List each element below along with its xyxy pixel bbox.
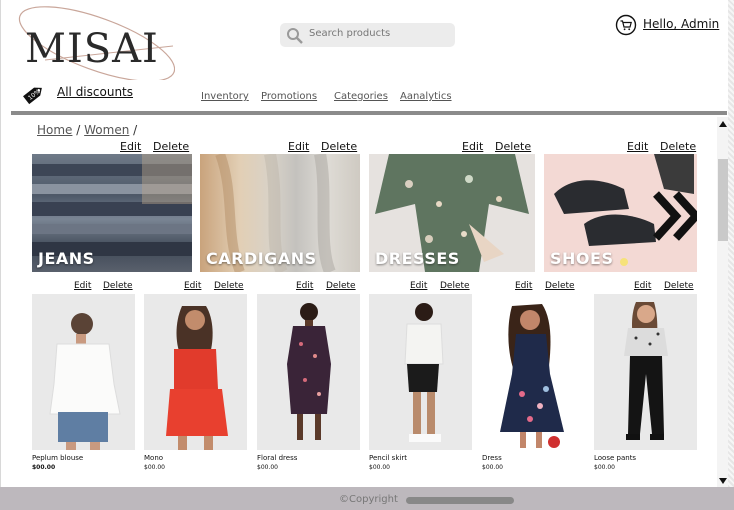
nav-categories[interactable]: Categories [334,91,388,102]
carousel-next-icon[interactable] [652,190,697,242]
edit-product-button[interactable]: Edit [515,281,532,291]
product-image[interactable] [32,294,135,450]
product-name: Floral dress [257,454,298,462]
product-photo [624,302,668,440]
edit-product-button[interactable]: Edit [634,281,651,291]
product-photo [49,313,121,450]
delete-category-button[interactable]: Delete [495,140,531,153]
delete-category-button[interactable]: Delete [321,140,357,153]
edit-product-button[interactable]: Edit [74,281,91,291]
category-tile-shoes[interactable]: SHOES [544,154,697,272]
header: MISAI Search products Hello, Admin 10% A… [1,0,729,115]
breadcrumb-separator: / [133,123,138,137]
edit-category-button[interactable]: Edit [120,140,141,153]
delete-product-button[interactable]: Delete [545,281,575,291]
category-label: JEANS [38,249,95,268]
delete-product-button[interactable]: Delete [440,281,470,291]
product-price: $00.00 [369,464,390,471]
copyright-text: ©Copyright [339,494,398,505]
greeting-link[interactable]: Hello, Admin [643,17,719,31]
category-tile-jeans[interactable]: JEANS [32,154,192,272]
product-name: Mono [144,454,164,462]
window-edge [728,0,734,510]
category-tile-dresses[interactable]: DRESSES [369,154,535,272]
delete-product-button[interactable]: Delete [326,281,356,291]
product-photo [404,303,444,442]
breadcrumb-separator: / [76,123,81,137]
nav-analytics[interactable]: Aanalytics [400,91,452,102]
all-discounts-label[interactable]: All discounts [57,85,133,99]
delete-product-button[interactable]: Delete [664,281,694,291]
price-tag-icon: 10% [23,87,42,105]
edit-category-button[interactable]: Edit [288,140,309,153]
edit-category-button[interactable]: Edit [462,140,483,153]
delete-category-button[interactable]: Delete [153,140,189,153]
product-photo [287,303,331,440]
delete-category-button[interactable]: Delete [660,140,696,153]
scrollbar-thumb[interactable] [718,159,728,241]
product-name: Pencil skirt [369,454,407,462]
search-input[interactable]: Search products [280,23,455,47]
scroll-up-arrow-icon[interactable] [719,121,727,127]
category-label: CARDIGANS [206,249,317,268]
product-image[interactable] [482,294,585,450]
product-photo [500,304,564,448]
product-image[interactable] [257,294,360,450]
main-content: Home / Women / Edit Delete Edit Delete E… [1,115,717,487]
product-price: $00.00 [482,464,503,471]
horizontal-scrollbar-thumb[interactable] [406,497,514,504]
category-tile-cardigans[interactable]: CARDIGANS [200,154,360,272]
logo[interactable]: MISAI [15,4,175,80]
breadcrumb-home[interactable]: Home [37,123,72,137]
product-price: $00.00 [594,464,615,471]
product-image[interactable] [369,294,472,450]
breadcrumb: Home / Women / [37,123,137,137]
edit-product-button[interactable]: Edit [296,281,313,291]
edit-product-button[interactable]: Edit [410,281,427,291]
search-icon [287,28,303,44]
edit-category-button[interactable]: Edit [627,140,648,153]
footer: ©Copyright [0,487,734,510]
cart-icon[interactable] [615,14,637,36]
edit-product-button[interactable]: Edit [184,281,201,291]
product-price: $00.00 [257,464,278,471]
category-label: DRESSES [375,249,460,268]
product-price: $00.00 [144,464,165,471]
delete-product-button[interactable]: Delete [214,281,244,291]
scroll-down-arrow-icon[interactable] [719,478,727,484]
product-name: Peplum blouse [32,454,84,462]
delete-product-button[interactable]: Delete [103,281,133,291]
product-image[interactable] [594,294,697,450]
category-label: SHOES [550,249,614,268]
product-price: $00.00 [32,464,56,471]
app-window: MISAI Search products Hello, Admin 10% A… [0,0,729,510]
breadcrumb-women[interactable]: Women [84,123,129,137]
product-image[interactable] [144,294,247,450]
logo-text: MISAI [25,26,159,72]
product-name: Loose pants [594,454,637,462]
product-name: Dress [482,454,502,462]
nav-inventory[interactable]: Inventory [201,91,249,102]
search-placeholder: Search products [309,28,391,39]
product-photo [166,306,228,450]
nav-promotions[interactable]: Promotions [261,91,317,102]
